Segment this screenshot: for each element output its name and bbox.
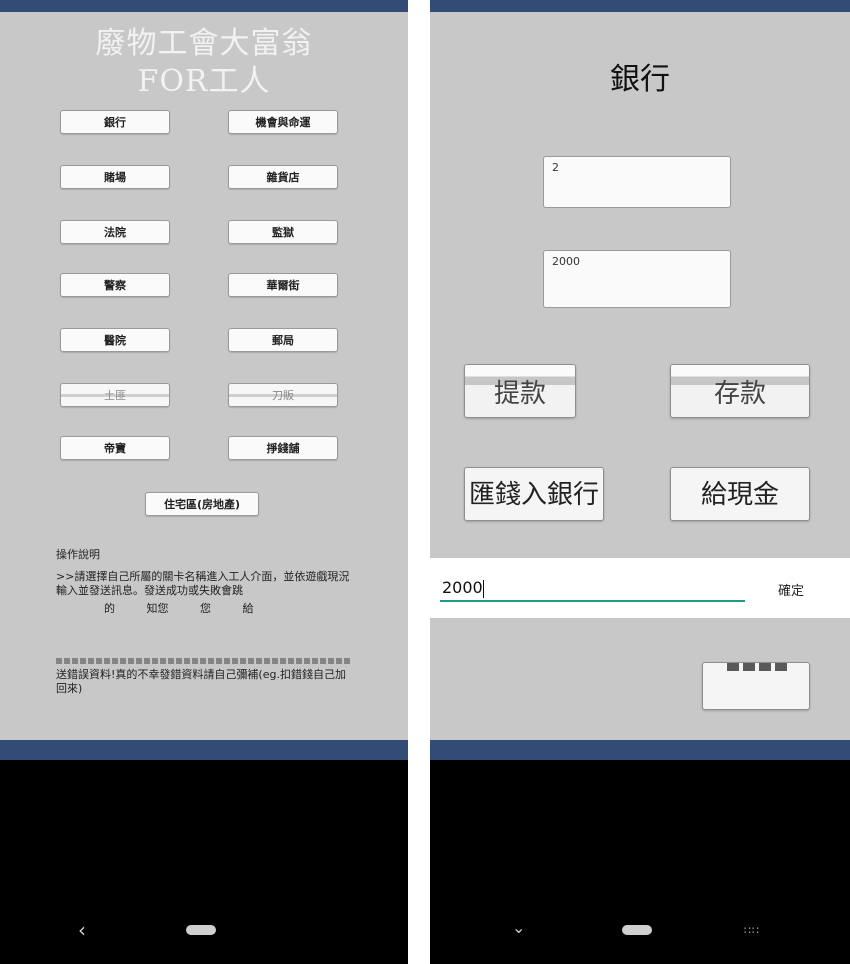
input-value: 2000 — [442, 578, 483, 597]
bottom-band — [0, 740, 408, 760]
menu-button-knife-seller[interactable]: 刀販 — [228, 383, 338, 407]
help-text-continued: 送錯誤資料!真的不幸發錯資料請自己彌補(eg.扣錯錢自己加回來) — [56, 668, 346, 695]
status-bar — [0, 0, 408, 12]
phone-screen-right: 銀行 2 2000 提款 存款 匯錢入銀行 給現金 2000 確定 ⌄ ∷∷ — [430, 0, 850, 964]
give-cash-button[interactable]: 給現金 — [670, 467, 810, 521]
menu-button-police[interactable]: 警察 — [60, 273, 170, 297]
menu-button-wall-street[interactable]: 華爾街 — [228, 273, 338, 297]
menu-button-mansion[interactable]: 帝寶 — [60, 436, 170, 460]
menu-button-bandit[interactable]: 土匪 — [60, 383, 170, 407]
main-menu-screen: 廢物工會大富翁 FOR工人 銀行 機會與命運 賭場 雜貨店 法院 監獄 警察 華… — [0, 12, 408, 740]
help-title: 操作說明 — [56, 548, 100, 561]
keyboard-icon[interactable]: ∷∷ — [744, 924, 760, 937]
help-text-clipped-line — [56, 658, 352, 664]
confirm-button[interactable]: 確定 — [778, 580, 804, 599]
system-nav-bar: ⌄ ∷∷ — [430, 760, 850, 964]
home-icon[interactable] — [622, 925, 652, 935]
bottom-band — [430, 740, 850, 760]
text-input-bar: 2000 確定 — [430, 558, 850, 618]
menu-button-hospital[interactable]: 醫院 — [60, 328, 170, 352]
phone-screen-left: 廢物工會大富翁 FOR工人 銀行 機會與命運 賭場 雜貨店 法院 監獄 警察 華… — [0, 0, 408, 964]
remit-to-bank-button[interactable]: 匯錢入銀行 — [464, 467, 604, 521]
deposit-button[interactable]: 存款 — [670, 364, 810, 418]
clipped-label — [727, 663, 791, 671]
withdraw-button[interactable]: 提款 — [464, 364, 576, 418]
count-field[interactable]: 2 — [543, 156, 731, 208]
back-icon[interactable]: ‹ — [78, 918, 86, 942]
app-subtitle: FOR工人 — [137, 64, 271, 99]
menu-button-post-office[interactable]: 郵局 — [228, 328, 338, 352]
bank-screen: 銀行 2 2000 提款 存款 匯錢入銀行 給現金 2000 確定 — [430, 12, 850, 740]
home-icon[interactable] — [186, 925, 216, 935]
menu-button-bank[interactable]: 銀行 — [60, 110, 170, 134]
app-title: 廢物工會大富翁 — [95, 26, 313, 61]
help-text: >>請選擇自己所屬的關卡名稱進入工人介面，並依遊戲現況輸入並發送訊息。發送成功或… — [56, 570, 350, 597]
page-title: 銀行 — [610, 62, 670, 97]
menu-button-grocery[interactable]: 雜貨店 — [228, 165, 338, 189]
input-field[interactable]: 2000 — [442, 578, 484, 598]
status-bar — [430, 0, 850, 12]
text-caret — [482, 579, 484, 598]
menu-button-jail[interactable]: 監獄 — [228, 220, 338, 244]
menu-button-court[interactable]: 法院 — [60, 220, 170, 244]
menu-button-money-shop[interactable]: 掙錢舖 — [228, 436, 338, 460]
amount-field[interactable]: 2000 — [543, 250, 731, 308]
partially-hidden-button[interactable] — [702, 662, 810, 710]
system-nav-bar: ‹ — [0, 760, 408, 964]
menu-button-residential[interactable]: 住宅區(房地產) — [145, 492, 259, 516]
input-underline — [440, 600, 745, 602]
hide-keyboard-icon[interactable]: ⌄ — [512, 918, 525, 937]
menu-button-casino[interactable]: 賭場 — [60, 165, 170, 189]
menu-button-chance[interactable]: 機會與命運 — [228, 110, 338, 134]
help-text-fragment: 的 知您 您 給 — [104, 602, 254, 615]
